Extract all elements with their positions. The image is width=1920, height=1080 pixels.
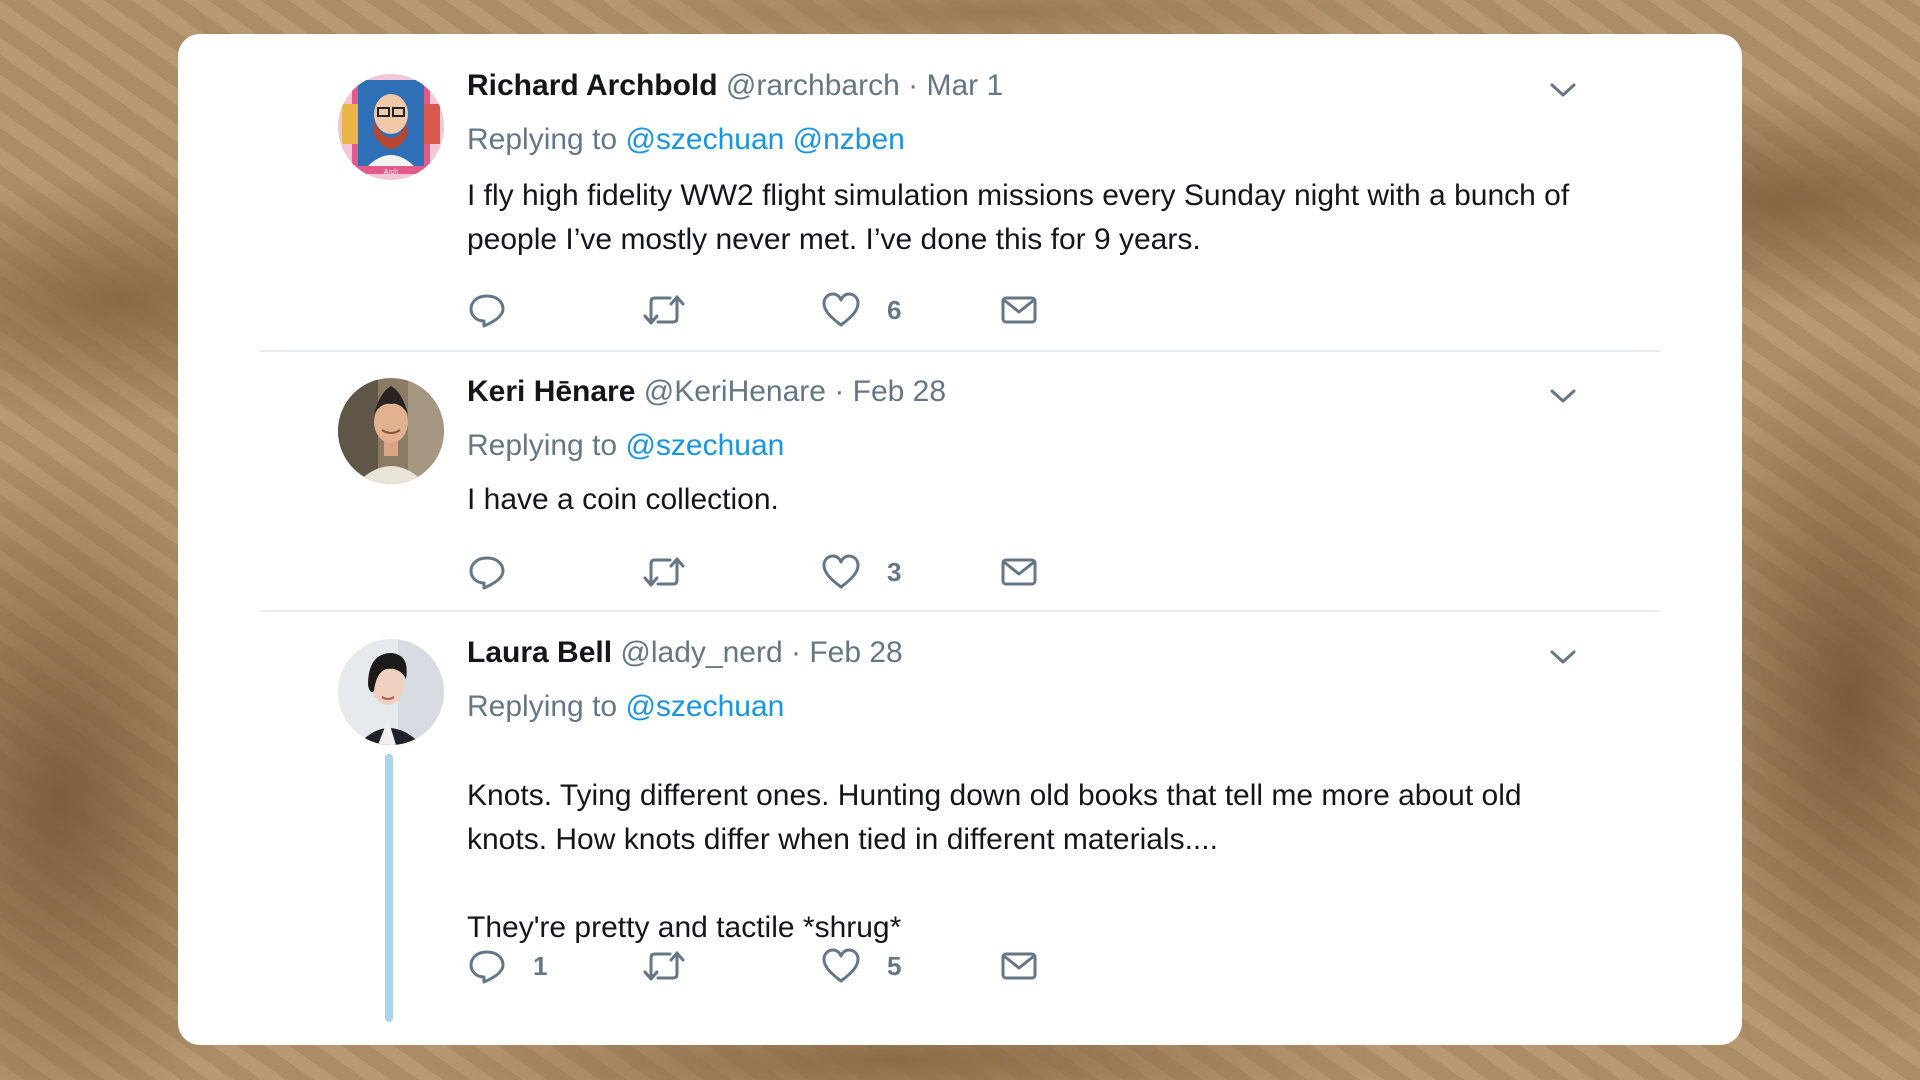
- tweet-header: Keri Hēnare @KeriHenare · Feb 28: [467, 374, 946, 410]
- like-count: 3: [887, 556, 902, 587]
- thread-connector-line: [385, 754, 393, 1022]
- avatar-caption: Arch: [384, 169, 399, 176]
- reply-icon: [469, 294, 505, 328]
- direct-message-icon: [1001, 558, 1037, 586]
- retweet-icon: [643, 951, 685, 981]
- mention-link[interactable]: @szechuan: [625, 429, 784, 462]
- direct-message-button[interactable]: [999, 946, 1039, 986]
- like-button[interactable]: 3: [821, 552, 901, 592]
- replying-to-label: Replying to: [467, 429, 618, 462]
- mention-link[interactable]: @szechuan: [625, 690, 784, 723]
- tweet-actions: 3: [467, 552, 1167, 592]
- tweet-text: I fly high fidelity WW2 flight simulatio…: [467, 174, 1597, 262]
- direct-message-button[interactable]: [999, 552, 1039, 592]
- tweet-date[interactable]: Feb 28: [809, 636, 902, 669]
- tweet-actions: 1 5: [467, 946, 1167, 986]
- like-count: 6: [887, 294, 902, 325]
- like-icon: [822, 292, 860, 327]
- replying-to: Replying to @szechuan: [467, 689, 784, 725]
- replying-to: Replying to @szechuan @nzben: [467, 122, 905, 158]
- retweet-button[interactable]: [642, 552, 712, 592]
- avatar[interactable]: [338, 378, 444, 484]
- retweet-icon: [643, 557, 685, 587]
- tweet-actions: 6: [467, 290, 1167, 330]
- display-name[interactable]: Laura Bell: [467, 636, 612, 669]
- direct-message-icon: [1001, 296, 1037, 324]
- chevron-down-icon[interactable]: [1548, 647, 1578, 667]
- tweet-header: Laura Bell @lady_nerd · Feb 28: [467, 635, 903, 671]
- like-button[interactable]: 5: [821, 946, 901, 986]
- direct-message-button[interactable]: [999, 290, 1039, 330]
- tweet-text: Knots. Tying different ones. Hunting dow…: [467, 774, 1597, 950]
- reply-count: 1: [533, 950, 548, 981]
- reply-button[interactable]: 1: [467, 946, 547, 986]
- like-icon: [822, 948, 860, 983]
- display-name[interactable]: Keri Hēnare: [467, 375, 635, 408]
- reply-button[interactable]: [467, 552, 533, 592]
- tweet-date[interactable]: Feb 28: [853, 375, 946, 408]
- retweet-icon: [643, 295, 685, 325]
- tweet-header: Richard Archbold @rarchbarch · Mar 1: [467, 68, 1003, 104]
- display-name[interactable]: Richard Archbold: [467, 69, 718, 102]
- replying-to: Replying to @szechuan: [467, 428, 784, 464]
- tweet-paragraph: I have a coin collection.: [467, 483, 779, 516]
- tweet-paragraph: I fly high fidelity WW2 flight simulatio…: [467, 179, 1570, 256]
- retweet-button[interactable]: [642, 290, 712, 330]
- replying-to-label: Replying to: [467, 123, 618, 156]
- tweet-paragraph: Knots. Tying different ones. Hunting dow…: [467, 779, 1522, 856]
- reply-icon: [469, 556, 505, 590]
- replying-to-label: Replying to: [467, 690, 618, 723]
- tweet-paragraph: They're pretty and tactile *shrug*: [467, 911, 902, 944]
- avatar[interactable]: [338, 639, 444, 745]
- reply-icon: [469, 950, 505, 984]
- tweet-text: I have a coin collection.: [467, 478, 1597, 522]
- chevron-down-icon[interactable]: [1548, 386, 1578, 406]
- divider: [260, 610, 1660, 612]
- like-icon: [822, 554, 860, 589]
- direct-message-icon: [1001, 952, 1037, 980]
- separator: ·: [790, 636, 801, 669]
- tweet-date[interactable]: Mar 1: [926, 69, 1003, 102]
- mention-link[interactable]: @nzben: [793, 123, 905, 156]
- retweet-button[interactable]: [642, 946, 712, 986]
- chevron-down-icon[interactable]: [1548, 80, 1578, 100]
- like-button[interactable]: 6: [821, 290, 901, 330]
- user-handle[interactable]: @KeriHenare: [644, 375, 826, 408]
- separator: ·: [908, 69, 919, 102]
- like-count: 5: [887, 950, 902, 981]
- mention-link[interactable]: @szechuan: [625, 123, 784, 156]
- user-handle[interactable]: @lady_nerd: [620, 636, 782, 669]
- tweet-thread-card: Arch Richard Archbold @rarchbarch · Mar …: [178, 34, 1742, 1045]
- reply-button[interactable]: [467, 290, 533, 330]
- divider: [260, 350, 1660, 352]
- separator: ·: [834, 375, 845, 408]
- avatar[interactable]: Arch: [338, 74, 444, 180]
- user-handle[interactable]: @rarchbarch: [726, 69, 900, 102]
